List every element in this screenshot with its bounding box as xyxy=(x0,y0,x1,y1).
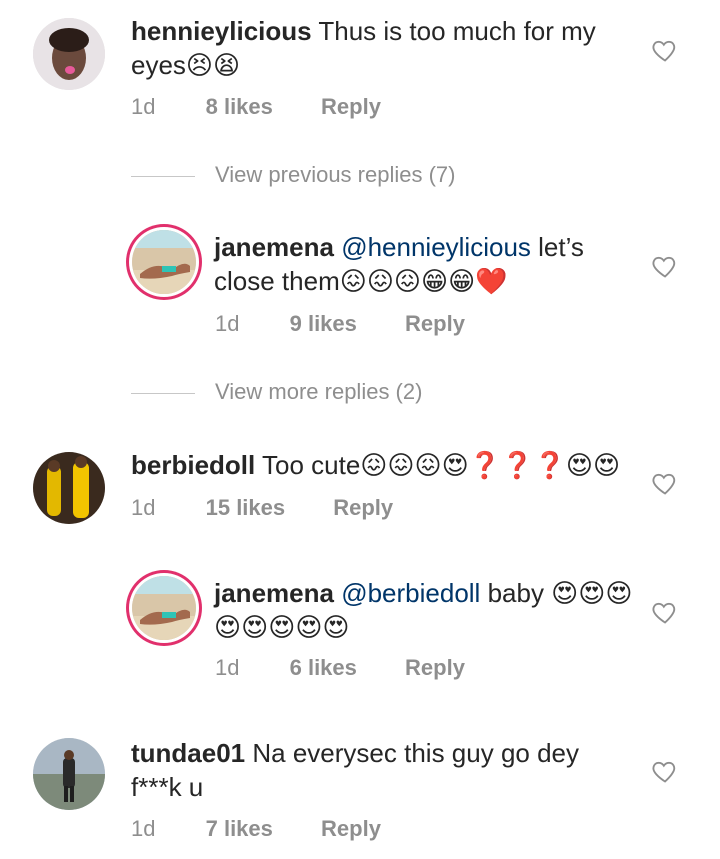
reply-button[interactable]: Reply xyxy=(333,495,393,521)
mention-link[interactable]: @hennieylicious xyxy=(341,232,531,262)
comment-text: janemena @hennieylicious let’s close the… xyxy=(214,230,634,298)
comment-text: janemena @berbiedoll baby 😍😍😍😍😍😍😍😍 xyxy=(214,576,634,644)
heart-outline-icon[interactable] xyxy=(651,469,679,497)
comment-time: 1d xyxy=(131,816,156,841)
comment-likes[interactable]: 15 likes xyxy=(206,495,286,521)
comment-text: tundae01 Na everysec this guy go dey f**… xyxy=(131,736,631,804)
comment-text: hennieylicious Thus is too much for my e… xyxy=(131,14,631,82)
avatar-image xyxy=(33,452,105,524)
avatar-image xyxy=(33,18,105,90)
heart-outline-icon[interactable] xyxy=(651,252,679,280)
reply-item: janemena @berbiedoll baby 😍😍😍😍😍😍😍😍 1d 6 … xyxy=(0,566,720,706)
comment-meta: 1d 7 likes Reply xyxy=(131,816,381,842)
comment-body: Too cute😖😖😖😍❓❓❓😍😍 xyxy=(262,450,621,480)
divider-line xyxy=(131,175,195,177)
reply-button[interactable]: Reply xyxy=(321,94,381,120)
view-more-replies[interactable]: View more replies (2) xyxy=(131,379,422,405)
avatar[interactable] xyxy=(33,18,105,90)
comment-item: hennieylicious Thus is too much for my e… xyxy=(0,0,720,140)
mention-link[interactable]: @berbiedoll xyxy=(341,578,480,608)
comment-likes[interactable]: 7 likes xyxy=(206,816,273,842)
avatar[interactable] xyxy=(33,738,105,810)
comment-item: tundae01 Na everysec this guy go dey f**… xyxy=(0,724,720,859)
view-previous-label[interactable]: View previous replies (7) xyxy=(215,162,455,187)
reply-button[interactable]: Reply xyxy=(321,816,381,842)
heart-outline-icon[interactable] xyxy=(651,598,679,626)
comment-username[interactable]: janemena xyxy=(214,232,334,262)
comment-username[interactable]: hennieylicious xyxy=(131,16,312,46)
comment-username[interactable]: tundae01 xyxy=(131,738,245,768)
avatar[interactable] xyxy=(132,230,196,294)
comment-meta: 1d 6 likes Reply xyxy=(215,655,465,681)
comment-time: 1d xyxy=(215,311,240,336)
avatar[interactable] xyxy=(132,576,196,640)
comment-meta: 1d 9 likes Reply xyxy=(215,311,465,337)
comment-time: 1d xyxy=(131,495,156,520)
view-more-label[interactable]: View more replies (2) xyxy=(215,379,422,404)
avatar-image xyxy=(33,738,105,810)
comment-item: berbiedoll Too cute😖😖😖😍❓❓❓😍😍 1d 15 likes… xyxy=(0,440,720,550)
reply-button[interactable]: Reply xyxy=(405,311,465,337)
comment-likes[interactable]: 6 likes xyxy=(290,655,357,681)
reply-item: janemena @hennieylicious let’s close the… xyxy=(0,220,720,360)
reply-button[interactable]: Reply xyxy=(405,655,465,681)
avatar-image xyxy=(132,576,196,640)
comment-time: 1d xyxy=(215,655,240,680)
avatar-image xyxy=(132,230,196,294)
comment-username[interactable]: berbiedoll xyxy=(131,450,255,480)
view-previous-replies[interactable]: View previous replies (7) xyxy=(131,162,455,188)
comment-likes[interactable]: 8 likes xyxy=(206,94,273,120)
comment-meta: 1d 15 likes Reply xyxy=(131,495,393,521)
comment-likes[interactable]: 9 likes xyxy=(290,311,357,337)
comment-text: berbiedoll Too cute😖😖😖😍❓❓❓😍😍 xyxy=(131,448,641,482)
avatar[interactable] xyxy=(33,452,105,524)
heart-outline-icon[interactable] xyxy=(651,36,679,64)
comment-username[interactable]: janemena xyxy=(214,578,334,608)
comment-time: 1d xyxy=(131,94,156,119)
heart-outline-icon[interactable] xyxy=(651,757,679,785)
divider-line xyxy=(131,392,195,394)
comment-meta: 1d 8 likes Reply xyxy=(131,94,381,120)
